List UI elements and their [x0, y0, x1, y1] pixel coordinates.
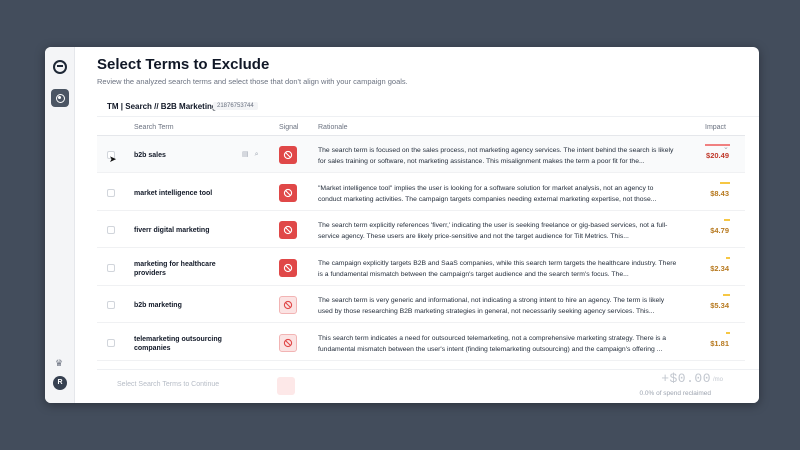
- impact-bar: [724, 219, 730, 221]
- rationale-text: This search term indicates a need for ou…: [318, 334, 667, 353]
- search-term: b2b sales: [134, 152, 166, 159]
- row-tools: ▤ ⌕: [242, 150, 265, 159]
- table-row[interactable]: marketing for healthcare providers The ca…: [97, 249, 745, 286]
- impact-value: $1.81: [710, 338, 729, 348]
- rationale-text: "Market intelligence tool" implies the u…: [318, 184, 657, 203]
- impact-value: $20.49: [706, 151, 729, 160]
- block-signal-strong-icon: [279, 258, 297, 277]
- block-signal-weak-icon: [279, 296, 297, 314]
- rationale-text: The search term is focused on the sales …: [318, 147, 674, 165]
- impact-value: $8.43: [710, 188, 729, 198]
- col-header-term: Search Term: [134, 124, 174, 131]
- table-row[interactable]: b2b marketing The search term is very gen…: [97, 286, 745, 323]
- rationale-text: The campaign explicitly targets B2B and …: [318, 259, 677, 278]
- table-row[interactable]: fiverr digital marketing The search term …: [97, 211, 745, 248]
- divider: [97, 116, 759, 117]
- impact-value: $5.34: [710, 301, 729, 310]
- copy-icon[interactable]: ▤: [242, 151, 249, 158]
- crown-icon[interactable]: ♛: [55, 358, 63, 368]
- row-checkbox[interactable]: [107, 263, 115, 272]
- campaign-id-badge: 21876753744: [213, 102, 258, 110]
- table-row[interactable]: market intelligence tool "Market intellig…: [97, 174, 745, 211]
- row-checkbox[interactable]: [107, 188, 115, 197]
- col-header-signal: Signal: [279, 124, 299, 131]
- impact-bar: [723, 294, 730, 296]
- col-header-impact: Impact: [705, 124, 727, 131]
- rationale-text: The search term is very generic and info…: [318, 297, 665, 315]
- search-term: fiverr digital marketing: [134, 227, 210, 234]
- impact-bar: [705, 144, 730, 146]
- row-checkbox[interactable]: [107, 338, 115, 347]
- col-header-rationale: Rationale: [318, 124, 348, 131]
- spend-reclaimed: 0.0% of spend reclaimed: [639, 390, 711, 397]
- impact-value: $2.34: [710, 263, 729, 273]
- block-signal-strong-icon: [279, 221, 297, 239]
- user-avatar[interactable]: R: [53, 376, 67, 390]
- block-signal-weak-icon: [279, 333, 297, 352]
- campaign-name: TM | Search // B2B Marketing: [107, 102, 217, 111]
- impact-bar: [726, 256, 730, 259]
- savings-period: /mo: [712, 377, 723, 383]
- search-term: market intelligence tool: [134, 189, 213, 197]
- impact-value: $4.79: [710, 226, 729, 235]
- impact-bar: [726, 331, 730, 334]
- side-rail: ♛ R: [45, 47, 75, 403]
- target-nav-icon[interactable]: [51, 89, 69, 107]
- search-term: marketing for healthcare providers: [134, 260, 216, 277]
- mouse-cursor-icon: ➤: [109, 154, 117, 164]
- continue-button[interactable]: Select Search Terms to Continue: [117, 381, 219, 388]
- savings-total: +$0.00: [661, 371, 711, 386]
- table-row[interactable]: b2b sales ▤ ⌕ ⌄ The search term is focused o…: [97, 136, 745, 173]
- table-row[interactable]: telemarketing outsourcing companies This …: [97, 324, 745, 361]
- row-checkbox[interactable]: [107, 301, 115, 309]
- rationale-text: The search term explicitly references 'f…: [318, 222, 668, 240]
- block-signal-strong-icon: [279, 183, 297, 202]
- page-title: Select Terms to Exclude: [97, 56, 270, 73]
- footer-signal-icon: [277, 377, 295, 395]
- app-window: ♛ R Select Terms to Exclude Review the a…: [45, 47, 759, 403]
- search-term: b2b marketing: [134, 302, 182, 309]
- search-term: telemarketing outsourcing companies: [134, 335, 222, 352]
- row-checkbox[interactable]: [107, 226, 115, 234]
- impact-bar: [720, 181, 730, 184]
- footer-bar: Select Search Terms to Continue +$0.00 /…: [97, 369, 759, 403]
- block-signal-strong-icon: [279, 146, 297, 164]
- app-logo-icon[interactable]: [53, 60, 67, 74]
- page-subtitle: Review the analyzed search terms and sel…: [97, 77, 408, 86]
- search-icon[interactable]: ⌕: [255, 151, 259, 158]
